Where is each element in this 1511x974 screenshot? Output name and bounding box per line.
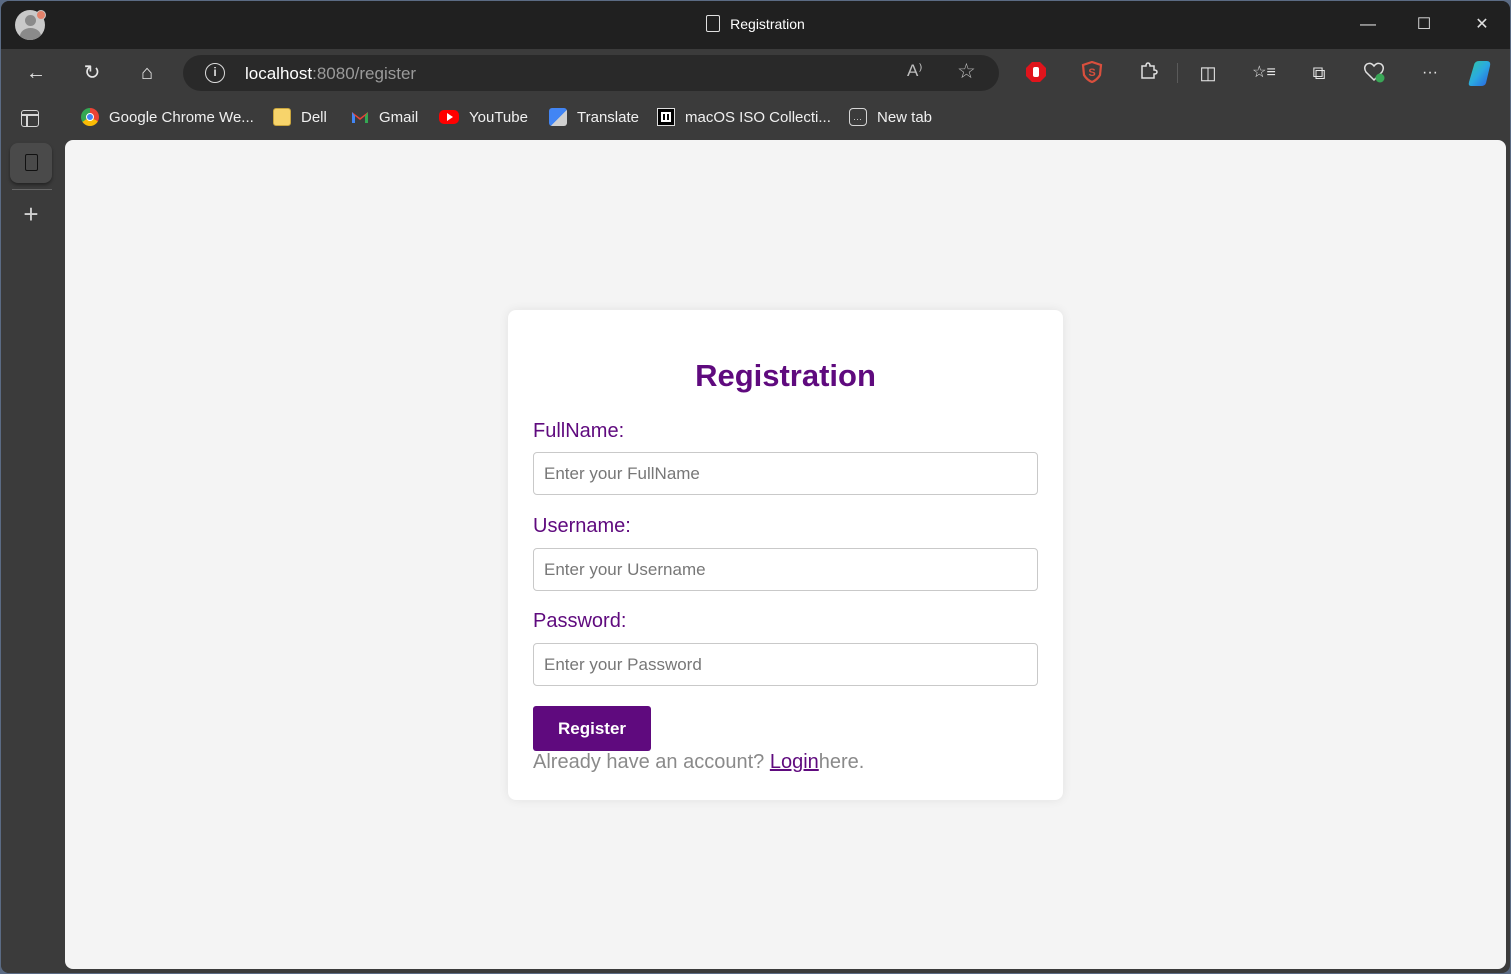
- youtube-icon: [439, 110, 459, 124]
- url-host: localhost: [245, 64, 313, 83]
- bookmark-label: Google Chrome We...: [109, 109, 254, 126]
- browser-toolbar: ← ↻ ⌂ i localhost:8080/register A⁾ ☆ S ◫…: [1, 49, 1510, 97]
- site-info-icon[interactable]: i: [205, 63, 225, 83]
- close-button[interactable]: ✕: [1467, 11, 1497, 39]
- back-icon: ←: [26, 62, 46, 84]
- login-prompt-suffix: here.: [818, 751, 865, 773]
- fullname-input[interactable]: [533, 452, 1038, 495]
- bookmark-label: macOS ISO Collecti...: [685, 109, 831, 126]
- vertical-tabs-sidebar: +: [1, 137, 65, 973]
- bookmark-label: New tab: [877, 109, 933, 126]
- chrome-icon: [81, 108, 99, 126]
- new-tab-icon: ···: [849, 108, 867, 126]
- collections-button[interactable]: ⧉: [1304, 59, 1334, 87]
- login-prompt: Already have an account? Loginhere.: [533, 751, 864, 774]
- page-icon: [706, 15, 721, 32]
- favorite-star-icon[interactable]: ☆: [957, 59, 976, 84]
- password-label: Password:: [533, 610, 627, 632]
- bookmark-translate[interactable]: Translate: [549, 107, 639, 129]
- more-menu-button[interactable]: ···: [1415, 59, 1445, 87]
- active-tab[interactable]: [10, 143, 52, 183]
- bookmark-label: YouTube: [469, 109, 528, 126]
- window-title-text: Registration: [730, 16, 805, 32]
- bookmark-gmail[interactable]: Gmail: [351, 107, 418, 129]
- username-label: Username:: [533, 515, 631, 537]
- home-button[interactable]: ⌂: [132, 59, 162, 87]
- bookmark-macos-iso[interactable]: macOS ISO Collecti...: [657, 107, 831, 129]
- page-icon: [25, 154, 38, 171]
- bookmark-label: Gmail: [379, 109, 419, 126]
- svg-text:S: S: [1088, 67, 1095, 79]
- bookmark-new-tab[interactable]: ··· New tab: [849, 107, 932, 129]
- browser-window: Registration — ☐ ✕ ← ↻ ⌂ i localhost:808…: [1, 1, 1510, 973]
- copilot-icon[interactable]: [1467, 59, 1497, 87]
- password-input[interactable]: [533, 643, 1038, 686]
- bookmark-chrome-web-store[interactable]: Google Chrome We...: [81, 107, 254, 129]
- toolbar-divider: [1177, 63, 1178, 83]
- refresh-icon: ↻: [83, 62, 101, 84]
- minimize-button[interactable]: —: [1353, 11, 1383, 39]
- split-screen-button[interactable]: ◫: [1193, 59, 1223, 87]
- login-prompt-text: Already have an account?: [533, 751, 770, 773]
- collections-icon: ⧉: [1312, 63, 1326, 83]
- address-bar[interactable]: i localhost:8080/register A⁾ ☆: [183, 55, 999, 91]
- bookmark-label: Translate: [577, 109, 639, 126]
- url-path: :8080/register: [312, 64, 417, 83]
- url-text[interactable]: localhost:8080/register: [245, 64, 416, 84]
- favorites-icon: ☆≡: [1252, 64, 1276, 81]
- adblock-extension-icon[interactable]: [1025, 61, 1047, 83]
- fullname-label: FullName:: [533, 420, 625, 442]
- more-icon: ···: [1422, 64, 1438, 81]
- maximize-button[interactable]: ☐: [1409, 11, 1439, 39]
- browser-essentials-icon[interactable]: [1363, 61, 1385, 83]
- split-screen-icon: ◫: [1199, 63, 1217, 83]
- read-aloud-icon[interactable]: A⁾: [907, 61, 923, 81]
- sidebar-divider: [12, 189, 52, 190]
- page-title: Registration: [695, 358, 876, 393]
- bookmarks-bar: Google Chrome We... Dell Gmail YouTube T…: [1, 97, 1510, 137]
- new-tab-button[interactable]: +: [18, 201, 44, 227]
- bookmark-youtube[interactable]: YouTube: [439, 107, 528, 129]
- bookmark-label: Dell: [301, 109, 327, 126]
- home-icon: ⌂: [140, 62, 154, 84]
- login-link[interactable]: Login: [770, 751, 819, 773]
- favorites-button[interactable]: ☆≡: [1249, 59, 1279, 87]
- translate-icon: [549, 108, 567, 126]
- username-input[interactable]: [533, 548, 1038, 591]
- bookmark-dell[interactable]: Dell: [273, 107, 327, 129]
- window-title: Registration: [1, 15, 1510, 32]
- registration-card: Registration FullName: Username: Passwor…: [508, 310, 1063, 800]
- tab-actions-icon[interactable]: [21, 110, 39, 127]
- back-button[interactable]: ←: [21, 59, 51, 87]
- extensions-puzzle-icon[interactable]: [1137, 61, 1159, 83]
- refresh-button[interactable]: ↻: [77, 59, 107, 87]
- title-bar: Registration — ☐ ✕: [1, 1, 1510, 49]
- gmail-icon: [351, 108, 369, 126]
- archive-icon: [657, 108, 675, 126]
- folder-icon: [273, 108, 291, 126]
- page-viewport: Registration FullName: Username: Passwor…: [65, 140, 1506, 969]
- register-button[interactable]: Register: [533, 706, 651, 751]
- shield-extension-icon[interactable]: S: [1081, 61, 1103, 83]
